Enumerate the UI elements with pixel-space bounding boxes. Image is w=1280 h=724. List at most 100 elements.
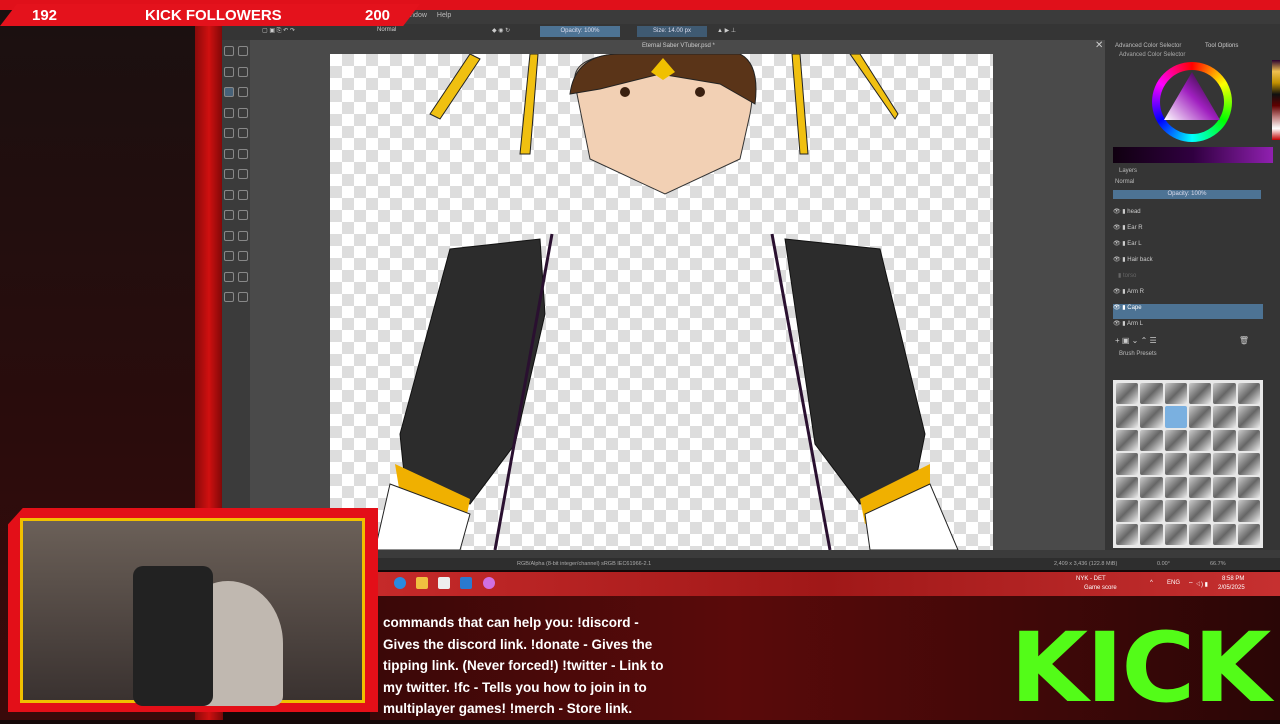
brush-preset[interactable] <box>1189 406 1212 428</box>
layer-item[interactable]: ▮ torso <box>1113 272 1263 287</box>
opacity-slider[interactable]: Opacity: 100% <box>540 26 620 37</box>
picker-tool-icon[interactable] <box>238 210 248 221</box>
layer-item[interactable]: 👁 ▮ Ear L <box>1113 240 1263 255</box>
brush-preset[interactable] <box>1140 429 1163 452</box>
assistant-tool-icon[interactable] <box>224 230 234 241</box>
size-slider[interactable]: Size: 14.00 px <box>637 26 707 37</box>
brush-preset[interactable] <box>1116 476 1139 499</box>
text-tool-icon[interactable] <box>238 46 248 56</box>
tab-tool-options[interactable]: Tool Options <box>1205 43 1238 49</box>
brush-preset[interactable] <box>1189 500 1212 522</box>
brush-preset[interactable] <box>1213 476 1236 499</box>
drawing-canvas[interactable] <box>330 53 993 551</box>
brush-preset[interactable] <box>1164 429 1187 452</box>
bezier-tool-icon[interactable] <box>224 148 234 159</box>
delete-layer-icon[interactable]: 🗑 <box>1239 336 1249 345</box>
edge-icon[interactable] <box>394 577 406 589</box>
brush-preset[interactable] <box>1164 500 1187 522</box>
brush-preset[interactable] <box>1140 453 1163 475</box>
color-wheel[interactable] <box>1152 62 1232 142</box>
krita-icon[interactable] <box>483 577 495 589</box>
brush-preset[interactable] <box>1116 453 1139 475</box>
lasso-icon[interactable] <box>224 271 234 282</box>
brush-preset[interactable] <box>1213 429 1236 452</box>
store-icon[interactable] <box>438 577 450 589</box>
brush-preset[interactable] <box>1237 406 1260 428</box>
brush-preset[interactable] <box>1116 406 1139 428</box>
mirror-icons[interactable]: ▲ ▶ ⊥ <box>717 27 736 34</box>
crop-tool-icon[interactable] <box>224 189 234 200</box>
network-volume-icons[interactable]: ⌔ ◁) ▮ <box>1188 580 1208 588</box>
polyline-tool-icon[interactable] <box>238 128 248 139</box>
brush-preset[interactable] <box>1116 429 1139 452</box>
gradient-tool-icon[interactable] <box>238 189 248 200</box>
color-history-bar[interactable] <box>1113 147 1273 163</box>
ellipse-select-icon[interactable] <box>238 251 248 262</box>
layer-opacity-slider[interactable]: Opacity: 100% <box>1113 190 1261 199</box>
transform-tool-icon[interactable] <box>224 169 234 180</box>
menu-help[interactable]: Help <box>437 12 451 24</box>
move-tool-icon[interactable] <box>238 169 248 180</box>
brush-preset[interactable] <box>1213 453 1236 475</box>
eye-icon[interactable]: 👁 <box>1113 321 1121 327</box>
eye-icon[interactable]: 👁 <box>1113 209 1121 215</box>
brush-preset[interactable] <box>1164 453 1187 475</box>
brush-preset[interactable] <box>1237 453 1260 475</box>
language-indicator[interactable]: ENG <box>1167 580 1180 586</box>
brush-preset[interactable] <box>1116 523 1139 545</box>
eraser-icon[interactable]: ◆ ◉ ↻ <box>492 27 510 34</box>
brush-preset[interactable] <box>1140 383 1163 405</box>
brush-preset[interactable] <box>1189 453 1212 475</box>
layer-item[interactable]: 👁 ▮ Hair back <box>1113 256 1263 271</box>
brush-preset[interactable] <box>1237 500 1260 522</box>
eye-icon[interactable]: 👁 <box>1113 257 1121 263</box>
document-tab[interactable]: Eternal Saber VTuber.psd * <box>642 43 715 49</box>
clock-time[interactable]: 8:58 PM <box>1222 576 1244 582</box>
brush-preset[interactable] <box>1116 383 1139 405</box>
rectangle-tool-icon[interactable] <box>224 107 234 118</box>
brush-preset[interactable] <box>1164 523 1187 545</box>
brush-preset[interactable] <box>1237 476 1260 499</box>
pan-tool-icon[interactable] <box>238 292 248 303</box>
tab-advanced-color-selector[interactable]: Advanced Color Selector <box>1115 43 1181 49</box>
edit-shapes-icon[interactable] <box>224 66 234 77</box>
canvas-area[interactable] <box>250 40 1105 551</box>
blend-mode-select[interactable]: Normal <box>377 27 396 33</box>
calligraphy-icon[interactable] <box>238 66 248 77</box>
eye-icon[interactable]: 👁 <box>1113 305 1121 311</box>
weather-subtitle[interactable]: Game score <box>1084 585 1117 591</box>
measure-tool-icon[interactable] <box>238 230 248 241</box>
polygon-tool-icon[interactable] <box>224 128 234 139</box>
fill-tool-icon[interactable] <box>224 210 234 221</box>
layer-item[interactable]: 👁 ▮ Ear R <box>1113 224 1263 239</box>
line-tool-icon[interactable] <box>238 87 248 98</box>
layer-item[interactable]: 👁 ▮ Arm L <box>1113 320 1263 335</box>
mail-icon[interactable] <box>460 577 472 589</box>
weather-title[interactable]: NYK - DET <box>1076 576 1106 582</box>
brush-preset[interactable] <box>1189 523 1212 545</box>
brush-preset[interactable] <box>1164 476 1187 499</box>
layer-actions[interactable]: + ▣ ⌄ ⌃ ☰ 🗑 <box>1115 336 1249 345</box>
brush-preset[interactable] <box>1164 383 1187 405</box>
brush-preset[interactable] <box>1189 429 1212 452</box>
file-explorer-icon[interactable] <box>416 577 428 589</box>
color-palette-strip[interactable] <box>1272 60 1280 140</box>
brush-preset[interactable] <box>1140 500 1163 522</box>
freehand-path-icon[interactable] <box>238 148 248 159</box>
brush-preset[interactable] <box>1140 476 1163 499</box>
layer-item[interactable]: 👁 ▮ Arm R <box>1113 288 1263 303</box>
layer-item-selected[interactable]: 👁 ▮ Cape <box>1113 304 1263 319</box>
select-tool-icon[interactable] <box>224 46 234 56</box>
brush-preset[interactable] <box>1189 383 1212 405</box>
brush-preset[interactable] <box>1213 406 1236 428</box>
rect-select-icon[interactable] <box>224 251 234 262</box>
brush-preset[interactable] <box>1189 476 1212 499</box>
brush-preset[interactable] <box>1140 406 1163 428</box>
brush-preset[interactable] <box>1116 500 1139 522</box>
clock-date[interactable]: 2/05/2025 <box>1218 585 1245 591</box>
zoom-tool-icon[interactable] <box>224 292 234 303</box>
brush-preset[interactable] <box>1213 500 1236 522</box>
brush-preset[interactable] <box>1213 383 1236 405</box>
tray-chevron-icon[interactable]: ^ <box>1150 580 1153 586</box>
brush-preset[interactable] <box>1237 523 1260 545</box>
